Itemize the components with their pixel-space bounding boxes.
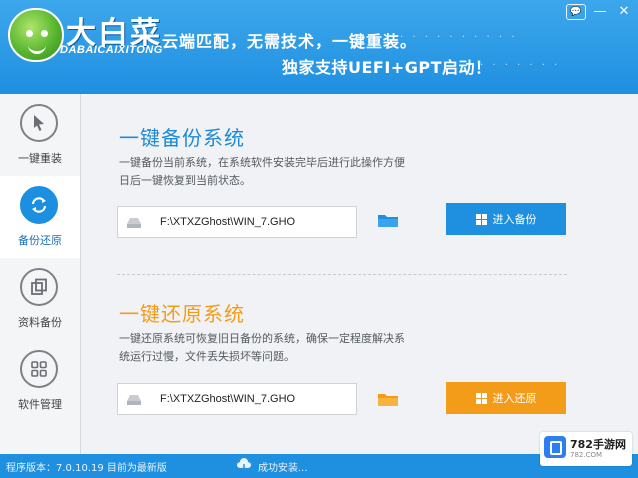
- enter-backup-button[interactable]: 进入备份: [446, 203, 566, 235]
- slogan-secondary: 独家支持UEFI+GPT启动！: [282, 58, 492, 77]
- backup-path-field[interactable]: F:\XTXZGhost\WIN_7.GHO: [117, 206, 357, 238]
- restore-description: 一键还原系统可恢复旧日备份的系统，确保一定程度解决系统运行过慢，文件丢失损坏等问…: [119, 332, 405, 363]
- decor-dots: · · · · · · · · · ·: [400, 32, 518, 43]
- sidebar-item-data-backup[interactable]: 资料备份: [0, 258, 80, 340]
- restore-path-field[interactable]: F:\XTXZGhost\WIN_7.GHO: [117, 383, 357, 415]
- sidebar-item-label: 资料备份: [18, 316, 62, 329]
- watermark-title: 782手游网: [570, 438, 626, 451]
- restore-title: 一键还原系统: [119, 302, 245, 326]
- cloud-download-icon: [237, 458, 251, 471]
- restore-path-text: F:\XTXZGhost\WIN_7.GHO: [160, 393, 296, 405]
- sidebar-item-label: 备份还原: [18, 234, 62, 247]
- slogan-primary: 云端匹配，无需技术，一键重装。: [162, 32, 418, 51]
- folder-icon[interactable]: [377, 391, 399, 407]
- folder-icon[interactable]: [377, 212, 399, 228]
- watermark: 782手游网 782.COM: [540, 432, 632, 466]
- sync-icon: [20, 186, 58, 224]
- backup-description: 一键备份当前系统，在系统软件安装完毕后进行此操作方便日后一键恢复到当前状态。: [119, 156, 405, 187]
- enter-restore-button[interactable]: 进入还原: [446, 382, 566, 414]
- version-text: 程序版本：7.0.10.19 目前为最新版: [6, 463, 167, 474]
- minimize-button[interactable]: —: [590, 2, 610, 20]
- main-panel: 一键备份系统 一键备份当前系统，在系统软件安装完毕后进行此操作方便日后一键恢复到…: [81, 94, 638, 454]
- sidebar-item-backup-restore[interactable]: 备份还原: [0, 176, 80, 258]
- sidebar-item-software[interactable]: 软件管理: [0, 340, 80, 422]
- grid-icon: [20, 350, 58, 388]
- watermark-logo-icon: [544, 436, 566, 458]
- windows-icon: [475, 213, 487, 225]
- sidebar-item-label: 软件管理: [18, 398, 62, 411]
- enter-restore-label: 进入还原: [492, 392, 537, 405]
- chat-icon[interactable]: 💬: [566, 4, 586, 20]
- copy-icon: [20, 268, 58, 306]
- backup-path-text: F:\XTXZGhost\WIN_7.GHO: [160, 216, 296, 228]
- enter-backup-label: 进入备份: [492, 213, 537, 226]
- watermark-subtitle: 782.COM: [570, 451, 603, 459]
- decor-dots: · · · · · · ·: [480, 60, 561, 71]
- sidebar: 一键重装 备份还原 资料备份 软件管理: [0, 94, 81, 454]
- windows-icon: [475, 392, 487, 404]
- logo-mascot-icon: [8, 8, 64, 62]
- cursor-icon: [20, 104, 58, 142]
- disk-icon: [127, 395, 141, 405]
- disk-icon: [127, 218, 141, 228]
- backup-title: 一键备份系统: [119, 126, 245, 150]
- status-hint: 成功安装...: [258, 463, 308, 474]
- logo-subtitle: DABAICAIXITONG: [60, 44, 163, 56]
- header: 大白菜 DABAICAIXITONG 云端匹配，无需技术，一键重装。 独家支持U…: [0, 0, 638, 94]
- app-window: 大白菜 DABAICAIXITONG 云端匹配，无需技术，一键重装。 独家支持U…: [0, 0, 638, 478]
- sidebar-item-label: 一键重装: [18, 152, 62, 165]
- section-divider: [117, 274, 567, 275]
- sidebar-item-reinstall[interactable]: 一键重装: [0, 94, 80, 176]
- close-button[interactable]: ✕: [614, 2, 634, 20]
- window-controls: 💬 — ✕: [566, 2, 634, 20]
